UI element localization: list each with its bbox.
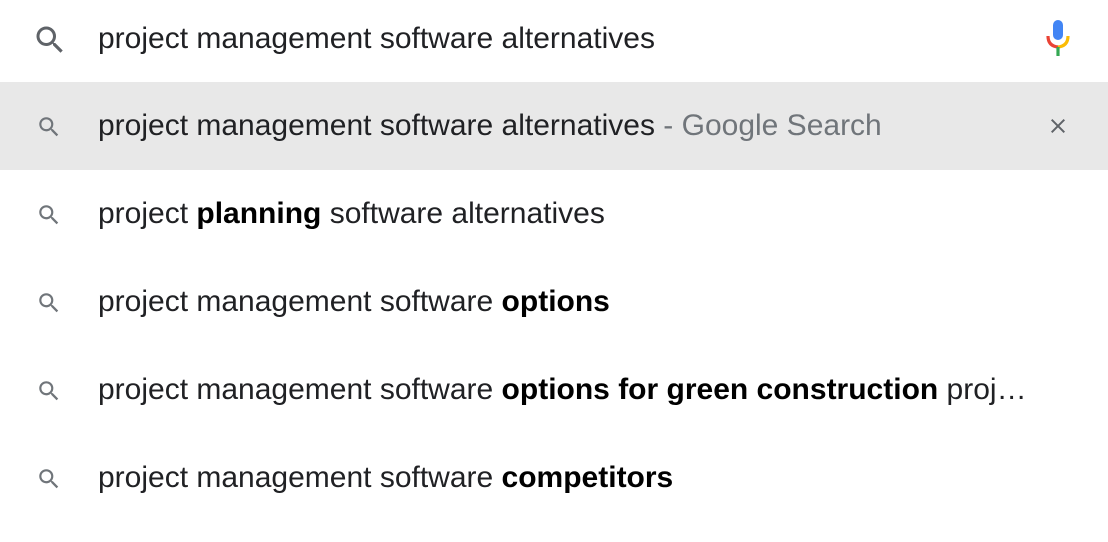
search-icon[interactable] xyxy=(32,22,68,58)
suggestion-fragment: project xyxy=(98,197,197,230)
suggestion-fragment: software alternatives xyxy=(321,197,605,230)
suggestion-highlight: options xyxy=(501,285,610,318)
close-icon[interactable] xyxy=(1044,112,1072,140)
suggestion-text: project management software competitors xyxy=(98,434,673,522)
search-icon xyxy=(36,290,62,316)
suggestion-item[interactable]: project management software alternatives… xyxy=(0,82,1108,170)
suggestion-item[interactable]: project management software options for … xyxy=(0,346,1108,434)
suggestion-fragment: project management software xyxy=(98,373,502,406)
suggestion-fragment: proj… xyxy=(938,373,1027,406)
suggestion-text: project management software options for … xyxy=(98,346,1027,434)
suggestion-fragment: project management software xyxy=(98,285,502,318)
search-icon xyxy=(36,114,62,140)
suggestions-list: project management software alternatives… xyxy=(0,82,1108,522)
search-input[interactable] xyxy=(98,18,998,60)
suggestion-fragment: project management software xyxy=(98,461,502,494)
suggestion-text: project management software alternatives… xyxy=(98,82,882,170)
search-icon xyxy=(36,466,62,492)
mic-icon[interactable] xyxy=(1040,18,1076,60)
suggestion-text: project management software options xyxy=(98,258,610,346)
suggestion-item[interactable]: project planning software alternatives xyxy=(0,170,1108,258)
search-icon xyxy=(36,378,62,404)
suggestion-suffix: - Google Search xyxy=(654,109,882,142)
suggestion-fragment: project management software alternatives xyxy=(98,109,655,142)
suggestion-item[interactable]: project management software options xyxy=(0,258,1108,346)
suggestion-highlight: planning xyxy=(196,197,322,230)
suggestion-text: project planning software alternatives xyxy=(98,170,605,258)
search-icon xyxy=(36,202,62,228)
search-bar xyxy=(0,0,1108,80)
suggestion-highlight: options for green construction xyxy=(501,373,939,406)
suggestion-highlight: competitors xyxy=(501,461,674,494)
suggestion-item[interactable]: project management software competitors xyxy=(0,434,1108,522)
